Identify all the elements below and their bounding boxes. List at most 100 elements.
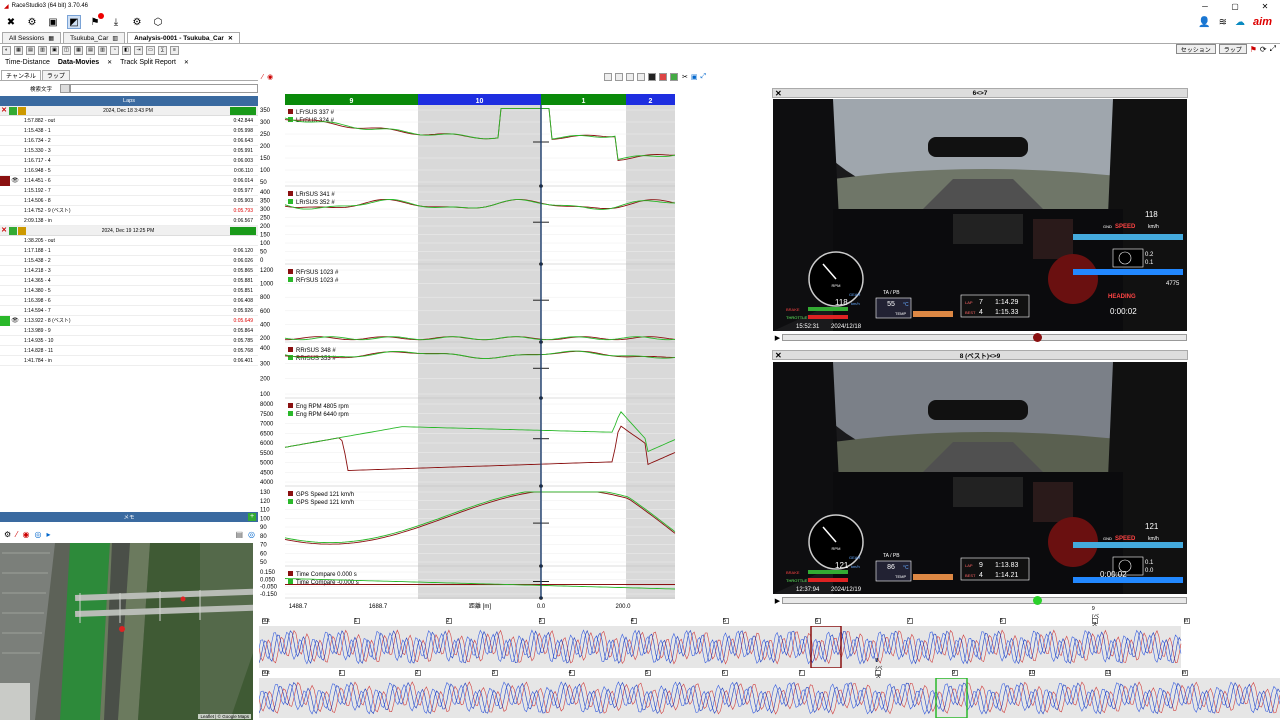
- graph-icon[interactable]: ▥: [38, 45, 47, 55]
- maximize-button[interactable]: ▢: [1220, 0, 1250, 12]
- tab-lap[interactable]: ラップ: [41, 70, 70, 80]
- report-icon[interactable]: ▥: [98, 45, 107, 55]
- lap-color-swatch[interactable]: [0, 306, 10, 316]
- lap-row[interactable]: 1:14.365 - 4 0:05.881: [0, 276, 258, 286]
- expand-icon[interactable]: ⤢: [1270, 44, 1276, 54]
- lap-color-swatch[interactable]: [0, 266, 10, 276]
- close-video-icon[interactable]: ✕: [775, 89, 782, 98]
- lap-row[interactable]: 1:41.784 - in 0:06.401: [0, 356, 258, 366]
- lap-segment[interactable]: 2: [626, 94, 675, 105]
- measure-icon[interactable]: [648, 73, 656, 81]
- settings-icon[interactable]: ⚙: [4, 530, 11, 539]
- tools-icon[interactable]: ✖: [4, 15, 18, 29]
- lap-row[interactable]: 2:09.138 - in 0:06.567: [0, 216, 258, 226]
- session-header[interactable]: ✕ 2024, Dec 18 3:43 PM: [0, 106, 258, 116]
- lap-row[interactable]: 1:17.188 - 1 0:06.120: [0, 246, 258, 256]
- lap-view-icon[interactable]: [10, 196, 20, 206]
- zoom-in-icon[interactable]: [615, 73, 623, 81]
- lap-button[interactable]: ラップ: [1218, 44, 1247, 54]
- session-header[interactable]: ✕ 2024, Dec 19 12:25 PM: [0, 226, 258, 236]
- video-icon[interactable]: ▣: [50, 45, 59, 55]
- lap-color-swatch[interactable]: [0, 276, 10, 286]
- video-scrubber[interactable]: ▶: [773, 596, 1187, 605]
- add-memo-button[interactable]: +: [248, 513, 256, 521]
- lap-color-swatch[interactable]: [0, 326, 10, 336]
- video-scrubber[interactable]: ▶: [773, 333, 1187, 342]
- lap-color-swatch[interactable]: [0, 196, 10, 206]
- lap-color-swatch[interactable]: [0, 336, 10, 346]
- session-visible-icon[interactable]: [9, 106, 17, 115]
- lap-color-swatch[interactable]: [0, 156, 10, 166]
- lap-color-swatch[interactable]: [0, 146, 10, 156]
- lap-color-swatch[interactable]: [0, 136, 10, 146]
- session-visible-icon[interactable]: [9, 226, 17, 235]
- channel-icon[interactable]: ▦: [14, 45, 23, 55]
- minimize-button[interactable]: ─: [1190, 0, 1220, 12]
- lap-view-icon[interactable]: [10, 126, 20, 136]
- video-position-knob[interactable]: [1032, 333, 1042, 342]
- draw-icon[interactable]: ⁄: [16, 530, 17, 539]
- lap-row[interactable]: 1:16.717 - 4 0:06.003: [0, 156, 258, 166]
- lap-row[interactable]: 1:14.828 - 11 0:05.768: [0, 346, 258, 356]
- lap-color-swatch[interactable]: [0, 315, 10, 326]
- lap-color-swatch[interactable]: [0, 356, 10, 366]
- layers-icon[interactable]: ▤: [235, 530, 243, 539]
- lap-row[interactable]: 1:14.218 - 3 0:05.865: [0, 266, 258, 276]
- tab-tsukuba-car[interactable]: Tsukuba_Car ▥: [63, 32, 126, 43]
- lap-view-icon[interactable]: [10, 136, 20, 146]
- lap-color-swatch[interactable]: [0, 246, 10, 256]
- lap-color-swatch[interactable]: [0, 116, 10, 126]
- chart-svg[interactable]: 9 10 1 235030025020015010050LFrSUS 337 #LFr…: [258, 84, 680, 615]
- lap-view-icon[interactable]: [10, 346, 20, 356]
- print-icon[interactable]: ▭: [146, 45, 155, 55]
- refresh-icon[interactable]: ◐: [2, 45, 11, 55]
- map-icon[interactable]: ◫: [62, 45, 71, 55]
- lap-view-icon[interactable]: [10, 216, 20, 226]
- lap-view-icon[interactable]: [10, 166, 20, 176]
- lap-row[interactable]: 1:16.948 - 5 0:06.110: [0, 166, 258, 176]
- tab-channel[interactable]: チャンネル: [1, 70, 41, 80]
- lap-row[interactable]: 1:16.398 - 6 0:06.408: [0, 296, 258, 306]
- lap-view-icon[interactable]: 👁: [10, 316, 20, 326]
- puzzle-icon[interactable]: ⬡: [151, 15, 165, 29]
- lap-view-icon[interactable]: [10, 296, 20, 306]
- close-session-icon[interactable]: ✕: [0, 227, 8, 235]
- sync-icon[interactable]: ⟳: [1260, 45, 1267, 54]
- grid-icon[interactable]: [670, 73, 678, 81]
- flag-icon[interactable]: ⚑: [1250, 45, 1257, 54]
- lap-row[interactable]: 1:14.506 - 8 0:05.903: [0, 196, 258, 206]
- lap-row[interactable]: 👁 1:13.922 - 8 (ベスト) 0:05.649: [0, 315, 258, 326]
- lap-color-swatch[interactable]: [0, 346, 10, 356]
- snapshot-icon[interactable]: [637, 73, 645, 81]
- close-button[interactable]: ✕: [1250, 0, 1280, 12]
- alert-icon[interactable]: ⚑: [88, 13, 104, 29]
- split-icon[interactable]: ◧: [122, 45, 131, 55]
- lap-color-swatch[interactable]: [0, 256, 10, 266]
- record-icon[interactable]: ◉: [23, 530, 30, 539]
- lap-row[interactable]: 1:13.989 - 9 0:05.864: [0, 326, 258, 336]
- math-icon[interactable]: ∑: [158, 45, 167, 55]
- network-icon[interactable]: ⚙: [130, 15, 144, 29]
- video-position-knob[interactable]: [1032, 596, 1042, 605]
- lap-segment[interactable]: 1: [541, 94, 626, 105]
- lap-view-icon[interactable]: [10, 246, 20, 256]
- lap-color-swatch[interactable]: [0, 286, 10, 296]
- target-icon[interactable]: ◎: [35, 530, 42, 539]
- fullscreen-icon[interactable]: ⤢: [701, 73, 707, 81]
- zoom-reset-icon[interactable]: [604, 73, 612, 81]
- lap-row[interactable]: 1:15.192 - 7 0:05.977: [0, 186, 258, 196]
- analysis-icon[interactable]: ◩: [67, 15, 81, 29]
- lap-view-icon[interactable]: [10, 186, 20, 196]
- camera-icon[interactable]: ▣: [691, 73, 698, 81]
- satellite-map[interactable]: Leaflet | © Google Maps: [0, 543, 253, 720]
- lap-view-icon[interactable]: 👁: [10, 176, 20, 186]
- subtab-time-distance[interactable]: Time-Distance: [5, 59, 50, 66]
- lap-view-icon[interactable]: [10, 146, 20, 156]
- lap-segment[interactable]: 10: [418, 94, 541, 105]
- lap-view-icon[interactable]: [10, 266, 20, 276]
- device-icon[interactable]: ▣: [46, 15, 60, 29]
- tab-analysis[interactable]: Analysis-0001 - Tsukuba_Car ✕: [127, 32, 240, 43]
- lap-view-icon[interactable]: [10, 286, 20, 296]
- wifi-icon[interactable]: ≋: [1219, 17, 1227, 28]
- lap-row[interactable]: 1:15.330 - 3 0:05.991: [0, 146, 258, 156]
